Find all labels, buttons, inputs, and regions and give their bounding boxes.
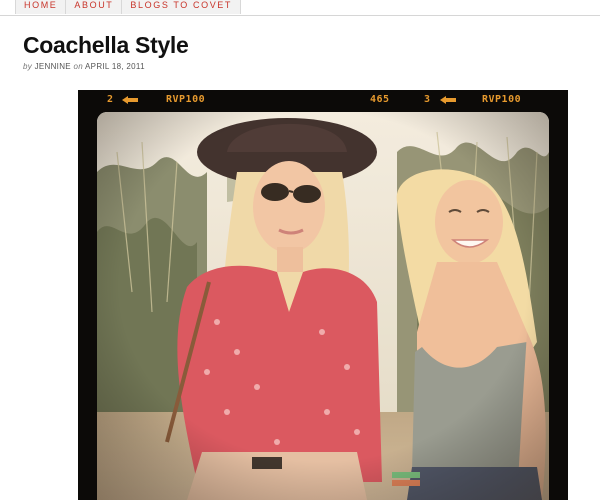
coachella-photo — [97, 112, 549, 500]
meta-author[interactable]: JENNINE — [35, 62, 71, 71]
nav-blogs-to-covet-link[interactable]: BLOGS TO COVET — [121, 0, 242, 14]
film-brand-left: RVP100 — [166, 94, 206, 105]
post-photo-frame[interactable]: 2 RVP100 465 3 RVP100 — [78, 90, 568, 500]
film-frame-number-left: 2 — [107, 94, 114, 105]
film-strip: 2 RVP100 465 3 RVP100 — [78, 90, 568, 112]
meta-date: APRIL 18, 2011 — [85, 62, 145, 71]
nav-home-label: HOME — [24, 0, 58, 10]
meta-by: by — [23, 62, 33, 71]
nav-list: HOME ABOUT BLOGS TO COVET — [15, 0, 242, 14]
photo-illustration — [97, 112, 549, 500]
nav-blogs-to-covet-label: BLOGS TO COVET — [130, 0, 233, 10]
meta-on: on — [73, 62, 83, 71]
film-arrow-icon — [122, 96, 138, 104]
post-meta: by JENNINE on APRIL 18, 2011 — [23, 62, 145, 72]
page: HOME ABOUT BLOGS TO COVET Coachella Styl… — [0, 0, 600, 500]
post-title[interactable]: Coachella Style — [23, 30, 189, 60]
film-counter: 465 — [370, 94, 390, 105]
top-navigation: HOME ABOUT BLOGS TO COVET — [0, 0, 600, 16]
nav-home-link[interactable]: HOME — [15, 0, 67, 14]
nav-about-link[interactable]: ABOUT — [65, 0, 123, 14]
film-brand-right: RVP100 — [482, 94, 522, 105]
film-frame-number-right: 3 — [424, 94, 431, 105]
nav-about-label: ABOUT — [74, 0, 114, 10]
film-arrow-icon — [440, 96, 456, 104]
